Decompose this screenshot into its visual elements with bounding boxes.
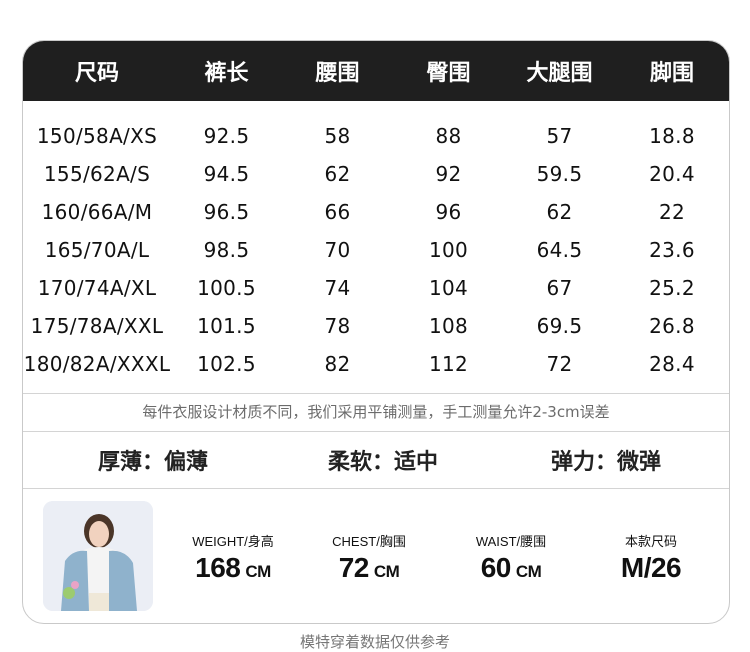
table-cell: 23.6 — [649, 238, 695, 262]
table-cell: 72 — [546, 352, 573, 376]
table-cell: 57 — [546, 124, 573, 148]
height-unit: CM — [245, 562, 271, 581]
thickness-label: 厚薄：偏薄 — [97, 450, 208, 475]
table-cell: 96 — [435, 200, 462, 224]
table-cell: 64.5 — [536, 238, 583, 262]
header-pant-length: 裤长 — [204, 61, 249, 86]
table-cell: 88 — [435, 124, 462, 148]
table-cell: 96.5 — [203, 200, 250, 224]
table-cell: 165/70A/L — [44, 238, 150, 262]
table-cell: 74 — [324, 276, 351, 300]
model-photo-image — [43, 501, 153, 611]
table-cell: 18.8 — [649, 124, 695, 148]
table-cell: 94.5 — [203, 162, 250, 186]
chest-unit: CM — [373, 562, 400, 581]
table-cell: 98.5 — [203, 238, 250, 262]
table-row: 160/66A/M 96.5 66 96 62 22 — [23, 193, 729, 231]
size-table-body: 150/58A/XS 92.5 58 88 57 18.8 155/62A/S … — [23, 101, 729, 383]
model-height-stat: WEIGHT/身高 168 CM — [163, 531, 303, 584]
softness-label: 柔软：适中 — [327, 450, 438, 475]
table-cell: 62 — [324, 162, 351, 186]
size-chart-card: 尺码 裤长 腰围 臀围 大腿围 脚围 150/58A/XS 92.5 58 88… — [22, 40, 730, 624]
table-cell: 102.5 — [197, 352, 256, 376]
fabric-feel-row: 厚薄：偏薄 柔软：适中 弹力：微弹 — [23, 432, 729, 488]
waist-value: 60 CM — [441, 552, 581, 584]
header-leg-opening: 脚围 — [649, 61, 694, 86]
table-cell: 100 — [428, 238, 469, 262]
footer-note: 模特穿着数据仅供参考 — [299, 633, 450, 651]
size-label: 本款尺码 — [624, 534, 677, 549]
height-value: 168 CM — [163, 552, 303, 584]
model-chest-stat: CHEST/胸围 72 CM — [299, 531, 439, 584]
size-value: M/26 — [620, 552, 682, 583]
chest-value: 72 CM — [299, 552, 439, 584]
table-cell: 20.4 — [649, 162, 695, 186]
table-row: 180/82A/XXXL 102.5 82 112 72 28.4 — [23, 345, 729, 383]
table-cell: 22 — [658, 200, 686, 224]
elasticity-label: 弹力：微弹 — [550, 450, 661, 475]
header-size: 尺码 — [74, 61, 119, 86]
waist-unit: CM — [515, 562, 542, 581]
table-cell: 25.2 — [649, 276, 695, 300]
measurement-note: 每件衣服设计材质不同，我们采用平铺测量，手工测量允许2-3cm误差 — [142, 403, 610, 421]
table-cell: 180/82A/XXXL — [23, 352, 171, 376]
table-header: 尺码 裤长 腰围 臀围 大腿围 脚围 — [23, 41, 729, 101]
chest-number: 72 — [338, 552, 370, 583]
table-cell: 67 — [546, 276, 573, 300]
table-cell: 59.5 — [536, 162, 583, 186]
table-cell: 26.8 — [649, 314, 695, 338]
table-cell: 170/74A/XL — [37, 276, 157, 300]
table-row: 165/70A/L 98.5 70 100 64.5 23.6 — [23, 231, 729, 269]
height-number: 168 — [195, 552, 241, 583]
table-cell: 175/78A/XXL — [30, 314, 164, 338]
table-cell: 92 — [435, 162, 462, 186]
table-row: 150/58A/XS 92.5 58 88 57 18.8 — [23, 117, 729, 155]
table-cell: 92.5 — [203, 124, 250, 148]
table-cell: 160/66A/M — [41, 200, 153, 224]
table-cell: 150/58A/XS — [36, 124, 158, 148]
model-waist-stat: WAIST/腰围 60 CM — [441, 531, 581, 584]
table-cell: 104 — [428, 276, 469, 300]
header-thigh: 大腿围 — [526, 61, 593, 86]
header-waist: 腰围 — [315, 61, 360, 86]
table-cell: 101.5 — [197, 314, 256, 338]
table-cell: 28.4 — [649, 352, 695, 376]
table-cell: 108 — [428, 314, 469, 338]
table-cell: 58 — [324, 124, 351, 148]
table-cell: 78 — [324, 314, 351, 338]
table-cell: 155/62A/S — [43, 162, 151, 186]
table-cell: 112 — [428, 352, 469, 376]
height-label: WEIGHT/身高 — [192, 534, 274, 549]
table-cell: 69.5 — [536, 314, 583, 338]
model-size-stat: 本款尺码 M/26 — [581, 531, 721, 584]
table-cell: 66 — [324, 200, 351, 224]
divider — [23, 488, 729, 489]
table-row: 170/74A/XL 100.5 74 104 67 25.2 — [23, 269, 729, 307]
chest-label: CHEST/胸围 — [332, 534, 406, 549]
waist-label: WAIST/腰围 — [475, 534, 547, 549]
table-cell: 62 — [546, 200, 573, 224]
table-row: 155/62A/S 94.5 62 92 59.5 20.4 — [23, 155, 729, 193]
header-hip: 臀围 — [426, 61, 471, 86]
table-cell: 70 — [324, 238, 351, 262]
table-cell: 100.5 — [197, 276, 256, 300]
waist-number: 60 — [480, 552, 512, 583]
table-cell: 82 — [324, 352, 351, 376]
model-photo — [43, 501, 153, 611]
table-row: 175/78A/XXL 101.5 78 108 69.5 26.8 — [23, 307, 729, 345]
